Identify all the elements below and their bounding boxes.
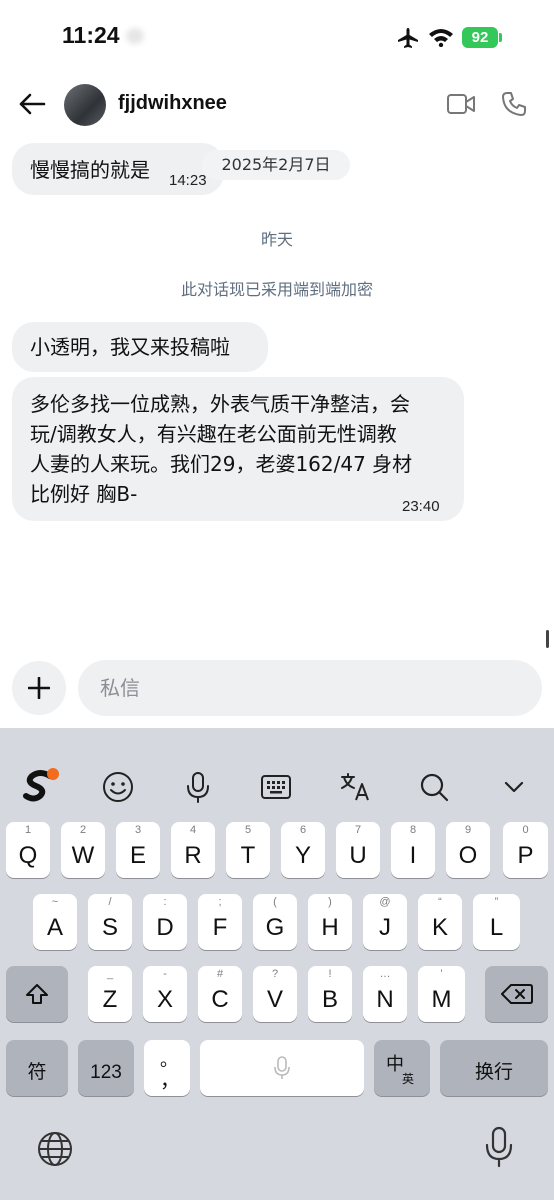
shift-icon: [26, 984, 48, 1004]
date-divider: 2025年2月7日: [202, 150, 350, 180]
punctuation-key[interactable]: 。 ，: [144, 1040, 190, 1096]
symbol-key[interactable]: 符: [6, 1040, 68, 1096]
key-y[interactable]: 6Y: [281, 822, 325, 878]
message-text: 小透明，我又来投稿啦: [30, 335, 230, 359]
avatar[interactable]: [64, 84, 106, 126]
key-o[interactable]: 9O: [446, 822, 490, 878]
key-t[interactable]: 5T: [226, 822, 270, 878]
key-g[interactable]: (G: [253, 894, 297, 950]
key-j[interactable]: @ J: [363, 894, 407, 950]
microphone-icon: [274, 1056, 290, 1079]
phone-icon[interactable]: [500, 90, 528, 118]
translate-icon[interactable]: [338, 770, 372, 804]
key-q[interactable]: 1Q: [6, 822, 50, 878]
wifi-icon: [429, 29, 453, 47]
key-u[interactable]: 7U: [336, 822, 380, 878]
key-i[interactable]: 8I: [391, 822, 435, 878]
key-f[interactable]: ; F: [198, 894, 242, 950]
key-m[interactable]: ' M: [418, 966, 465, 1022]
key-s[interactable]: / S: [88, 894, 132, 950]
globe-icon[interactable]: [36, 1130, 74, 1168]
message-bubble[interactable]: 小透明，我又来投稿啦: [12, 322, 268, 372]
message-time: 14:23: [169, 172, 207, 189]
key-a[interactable]: ~ A: [33, 894, 77, 950]
message-bubble[interactable]: 慢慢搞的就是 14:23: [12, 143, 224, 195]
key-x[interactable]: -X: [143, 966, 187, 1022]
key-p[interactable]: 0P: [503, 822, 548, 878]
backspace-icon: [501, 984, 533, 1004]
message-input[interactable]: [78, 660, 542, 716]
airplane-mode-icon: [398, 28, 418, 48]
key-c[interactable]: # C: [198, 966, 242, 1022]
key-w[interactable]: 2W: [61, 822, 105, 878]
search-icon[interactable]: [417, 770, 451, 804]
sogou-logo-icon[interactable]: [22, 766, 62, 806]
key-h[interactable]: ) H: [308, 894, 352, 950]
dictation-microphone-icon[interactable]: [484, 1126, 514, 1168]
message-time: 23:40: [402, 498, 440, 515]
microphone-icon[interactable]: [181, 770, 215, 804]
battery-indicator: 92: [462, 27, 498, 48]
message-text: 慢慢搞的就是: [30, 158, 150, 182]
add-attachment-button[interactable]: [12, 661, 66, 715]
key-d[interactable]: :D: [143, 894, 187, 950]
numbers-key[interactable]: 123: [78, 1040, 134, 1096]
status-time: 11:24: [62, 22, 120, 48]
message-bubble[interactable]: 多伦多找一位成熟，外表气质干净整洁，会 玩/调教女人，有兴趣在老公面前无性调教 …: [12, 377, 464, 521]
delete-key[interactable]: [485, 966, 548, 1022]
plus-icon: [28, 677, 50, 699]
space-key[interactable]: [200, 1040, 364, 1096]
key-e[interactable]: 3E: [116, 822, 160, 878]
keyboard-icon[interactable]: [259, 770, 293, 804]
language-switch-key[interactable]: 中 英: [374, 1040, 430, 1096]
message-line: 多伦多找一位成熟，外表气质干净整洁，会: [30, 392, 410, 416]
key-v[interactable]: ? V: [253, 966, 297, 1022]
message-line: 人妻的人来玩。我们29，老婆162/47 身材: [30, 452, 413, 476]
encryption-notice: 此对话现已采用端到端加密: [180, 280, 373, 299]
key-r[interactable]: 4R: [171, 822, 215, 878]
key-z[interactable]: _ Z: [88, 966, 132, 1022]
message-line: 比例好 胸B-: [30, 482, 138, 506]
key-k[interactable]: “K: [418, 894, 462, 950]
day-divider: 昨天: [260, 230, 293, 249]
key-l[interactable]: ” L: [473, 894, 520, 950]
emoji-icon[interactable]: [101, 770, 135, 804]
arrow-left-icon[interactable]: [18, 92, 46, 116]
shift-key[interactable]: [6, 966, 68, 1022]
video-camera-icon[interactable]: [446, 92, 476, 116]
status-blurred-indicator: [126, 28, 144, 44]
contact-name[interactable]: fjjdwihxnee: [118, 92, 227, 115]
message-line: 玩/调教女人，有兴趣在老公面前无性调教: [30, 422, 397, 446]
return-key[interactable]: 换行: [440, 1040, 548, 1096]
chevron-down-icon[interactable]: [497, 770, 531, 804]
key-b[interactable]: ! B: [308, 966, 352, 1022]
battery-tip: [499, 33, 502, 42]
key-n[interactable]: … N: [363, 966, 407, 1022]
scrollbar[interactable]: [546, 630, 549, 648]
